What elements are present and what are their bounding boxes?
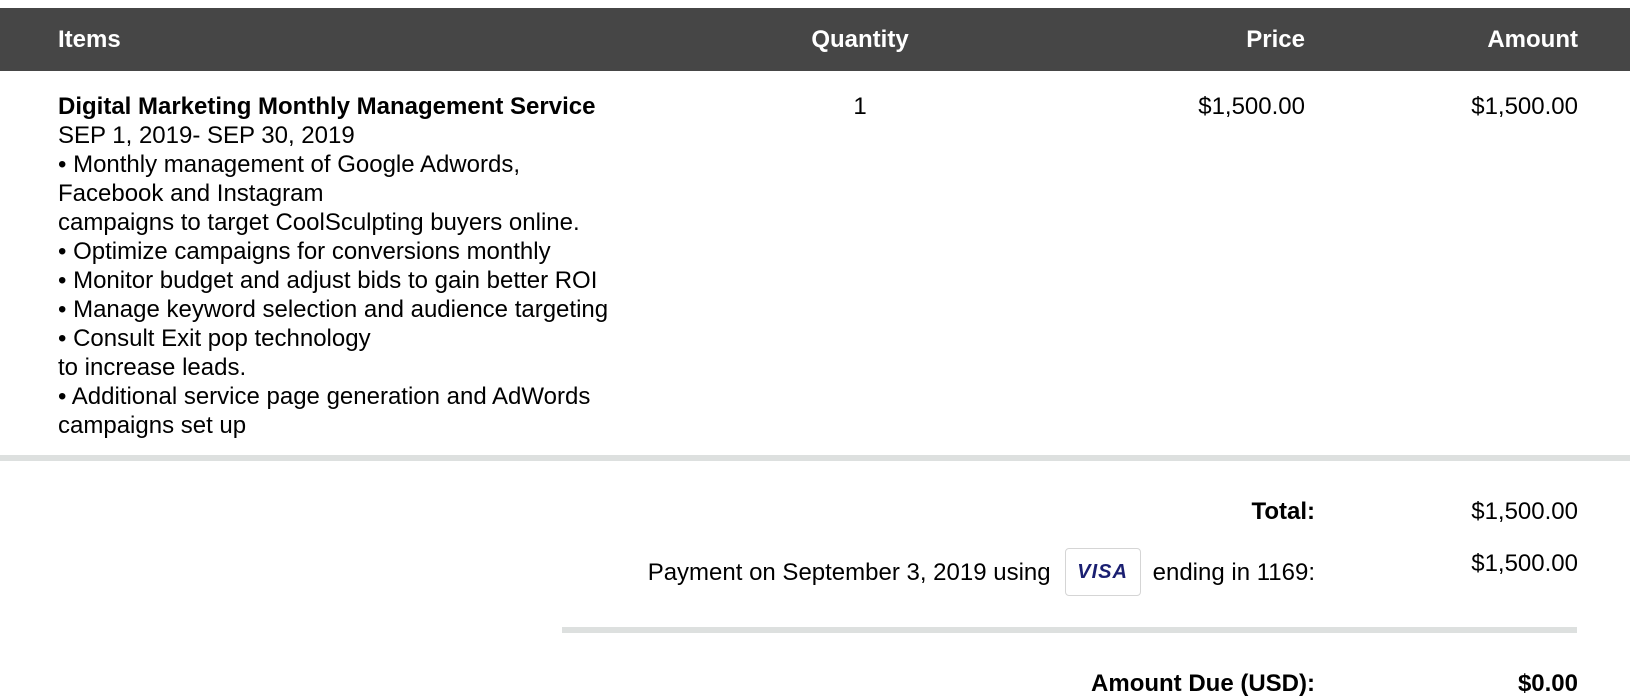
item-description-line: • Monthly management of Google Adwords,	[58, 151, 520, 178]
header-amount: Amount	[1487, 26, 1578, 53]
amount-due-value: $0.00	[1517, 670, 1578, 697]
item-description-line: • Optimize campaigns for conversions mon…	[58, 238, 551, 265]
item-description-line: campaigns set up	[58, 412, 247, 439]
item-description-line: Facebook and Instagram	[58, 180, 324, 207]
header-quantity: Quantity	[811, 26, 909, 53]
table-header: Items Quantity Price Amount	[0, 8, 1630, 71]
table-row: Digital Marketing Monthly Management Ser…	[0, 71, 1630, 454]
amount-due-label: Amount Due (USD):	[1091, 670, 1315, 697]
item-price: $1,500.00	[1198, 93, 1305, 120]
payment-description: Payment on September 3, 2019 using VISA …	[648, 548, 1315, 596]
item-description-line: • Manage keyword selection and audience …	[58, 296, 609, 323]
item-description-line: • Additional service page generation and…	[58, 383, 591, 410]
item-description-line: • Consult Exit pop technology	[58, 325, 371, 352]
item-description-line: • Monitor budget and adjust bids to gain…	[58, 267, 598, 294]
header-price: Price	[1246, 26, 1305, 53]
header-items: Items	[58, 26, 121, 53]
item-quantity: 1	[853, 93, 867, 120]
item-description-line: to increase leads.	[58, 354, 247, 381]
payment-value: $1,500.00	[1471, 550, 1578, 577]
payment-suffix: ending in 1169:	[1152, 558, 1315, 586]
payment-prefix: Payment on September 3, 2019 using	[647, 558, 1051, 586]
item-description-line: SEP 1, 2019- SEP 30, 2019	[58, 122, 355, 149]
summary-divider	[562, 627, 1577, 633]
visa-card-icon: VISA	[1064, 548, 1141, 596]
total-label: Total:	[1251, 498, 1315, 525]
table-divider	[0, 455, 1630, 461]
item-title: Digital Marketing Monthly Management Ser…	[58, 93, 596, 120]
item-description: Digital Marketing Monthly Management Ser…	[58, 92, 748, 440]
total-value: $1,500.00	[1471, 498, 1578, 525]
item-amount: $1,500.00	[1471, 93, 1578, 120]
item-description-line: campaigns to target CoolSculpting buyers…	[58, 209, 580, 236]
